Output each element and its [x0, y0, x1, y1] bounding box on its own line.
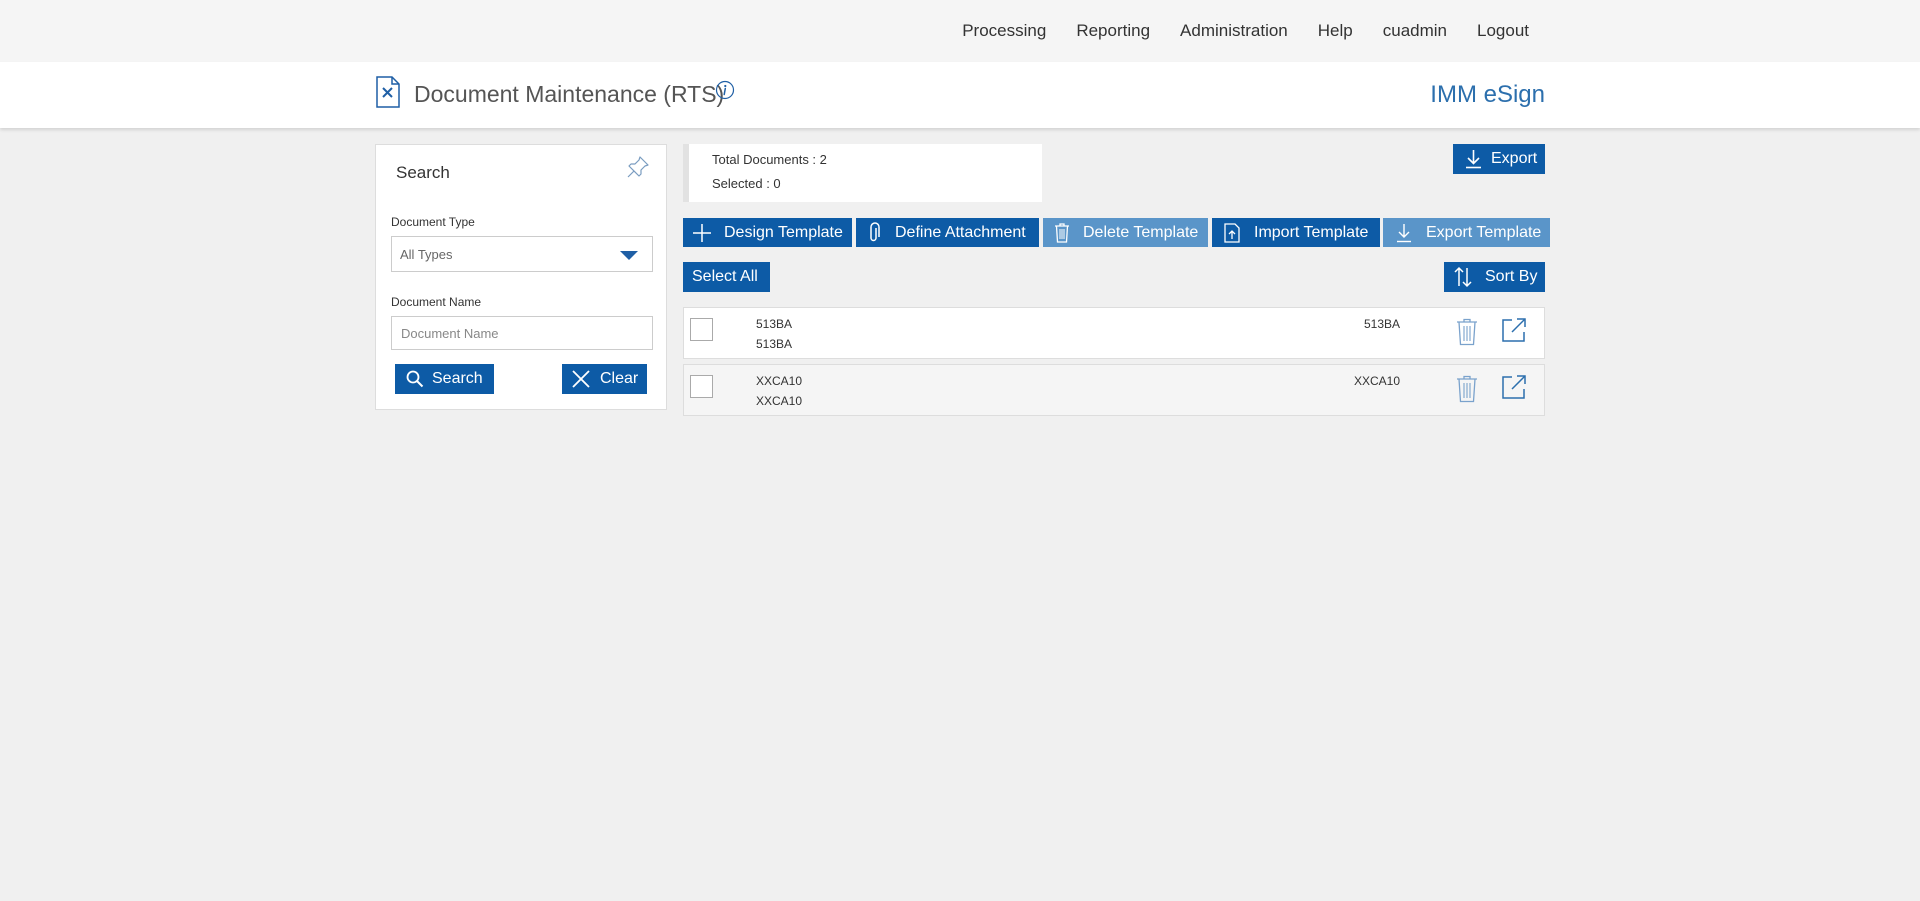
row-type: 513BA	[1363, 317, 1400, 331]
delete-template-button[interactable]: Delete Template	[1043, 218, 1208, 247]
brand-name: IMM eSign	[1430, 81, 1545, 108]
download-icon	[1397, 223, 1411, 242]
plus-icon	[693, 223, 711, 242]
external-link-icon[interactable]	[1500, 316, 1528, 344]
sort-by-label: Sort By	[1485, 268, 1538, 285]
table-row[interactable]: 513BA 513BA 513BA	[683, 307, 1545, 359]
page-header: Document Maintenance (RTS) IMM eSign	[0, 62, 1920, 128]
document-type-value: All Types	[400, 247, 453, 262]
row-code: 513BA	[756, 317, 793, 331]
nav-help[interactable]: Help	[1318, 21, 1353, 41]
trash-icon	[1055, 222, 1069, 243]
export-template-button[interactable]: Export Template	[1383, 218, 1550, 247]
row-checkbox[interactable]	[690, 375, 713, 398]
info-icon[interactable]	[715, 80, 735, 100]
search-button[interactable]: Search	[395, 364, 494, 394]
export-button[interactable]: Export	[1453, 144, 1545, 174]
paperclip-icon	[870, 221, 880, 241]
clear-button[interactable]: Clear	[562, 364, 647, 394]
import-template-label: Import Template	[1254, 223, 1369, 241]
document-name-input[interactable]	[391, 316, 653, 350]
nav-user[interactable]: cuadmin	[1383, 21, 1447, 41]
export-button-label: Export	[1491, 150, 1538, 167]
design-template-label: Design Template	[724, 223, 843, 241]
search-panel-title: Search	[396, 163, 450, 182]
trash-icon[interactable]	[1455, 318, 1479, 346]
define-attachment-label: Define Attachment	[895, 223, 1026, 241]
row-name: 513BA	[756, 337, 793, 351]
trash-icon[interactable]	[1455, 375, 1479, 403]
document-type-label: Document Type	[391, 215, 475, 229]
export-template-label: Export Template	[1426, 223, 1542, 241]
row-checkbox[interactable]	[690, 318, 713, 341]
document-icon	[376, 76, 400, 108]
nav-reporting[interactable]: Reporting	[1076, 21, 1150, 41]
download-icon	[1466, 150, 1481, 169]
define-attachment-button[interactable]: Define Attachment	[856, 218, 1039, 247]
nav-logout[interactable]: Logout	[1477, 21, 1529, 41]
row-code: XXCA10	[756, 374, 803, 388]
pin-icon[interactable]	[626, 155, 650, 179]
clear-button-label: Clear	[600, 370, 639, 387]
page-title: Document Maintenance (RTS)	[414, 81, 725, 107]
search-icon	[406, 370, 424, 388]
delete-template-label: Delete Template	[1083, 223, 1199, 241]
select-all-label: Select All	[692, 268, 758, 285]
document-name-label: Document Name	[391, 295, 482, 309]
nav-links: Processing Reporting Administration Help…	[962, 0, 1529, 62]
design-template-button[interactable]: Design Template	[683, 218, 852, 247]
row-name: XXCA10	[756, 394, 803, 408]
sort-by-button[interactable]: Sort By	[1444, 262, 1545, 292]
total-documents: Total Documents : 2	[712, 152, 827, 167]
search-panel: Search Document Type All Types Document …	[375, 144, 667, 410]
nav-processing[interactable]: Processing	[962, 21, 1046, 41]
top-navigation: Processing Reporting Administration Help…	[0, 0, 1920, 62]
search-button-label: Search	[432, 370, 483, 387]
document-type-select[interactable]: All Types	[391, 236, 653, 272]
nav-administration[interactable]: Administration	[1180, 21, 1288, 41]
chevron-down-icon	[620, 251, 638, 260]
external-link-icon[interactable]	[1500, 373, 1528, 401]
select-all-button[interactable]: Select All	[683, 262, 770, 292]
import-template-button[interactable]: Import Template	[1212, 218, 1380, 247]
document-summary: Total Documents : 2 Selected : 0	[683, 144, 1042, 202]
sort-icon	[1454, 266, 1472, 288]
table-row[interactable]: XXCA10 XXCA10 XXCA10	[683, 364, 1545, 416]
row-type: XXCA10	[1353, 374, 1400, 388]
upload-icon	[1224, 222, 1240, 243]
selected-count: Selected : 0	[712, 176, 781, 191]
close-icon	[572, 370, 590, 388]
